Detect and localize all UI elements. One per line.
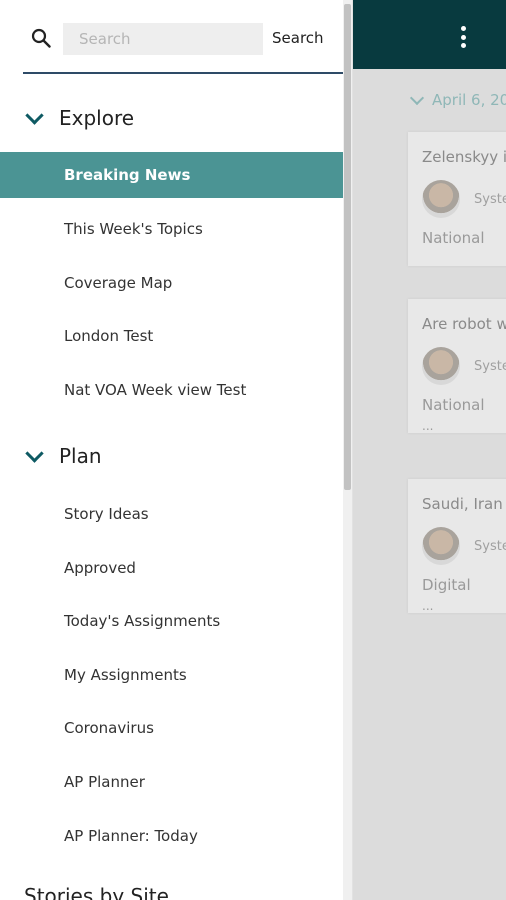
nav-item-approved[interactable]: Approved [0, 545, 343, 591]
story-more-text: ... [422, 599, 434, 613]
story-title: Saudi, Iran [422, 495, 503, 513]
section-title: Explore [59, 106, 135, 130]
main-content-background: April 6, 20 Zelenskyy i Syste National A… [352, 0, 506, 900]
nav-item-london-test[interactable]: London Test [0, 313, 343, 359]
search-icon[interactable] [31, 28, 51, 48]
story-card[interactable]: Are robot w Syste National ... [408, 299, 506, 433]
nav-item-ap-planner[interactable]: AP Planner [0, 759, 343, 805]
story-category: Digital [422, 576, 471, 594]
story-title: Are robot w [422, 315, 506, 333]
nav-item-todays-assignments[interactable]: Today's Assignments [0, 598, 343, 644]
avatar [422, 180, 460, 218]
nav-item-coverage-map[interactable]: Coverage Map [0, 260, 343, 306]
avatar [422, 347, 460, 385]
scrollbar-thumb[interactable] [344, 4, 351, 490]
navigation-drawer: Search Explore Breaking News This Week's… [0, 0, 353, 900]
story-card[interactable]: Saudi, Iran Syste Digital ... [408, 479, 506, 613]
search-button[interactable]: Search [272, 29, 324, 47]
nav-item-this-weeks-topics[interactable]: This Week's Topics [0, 206, 343, 252]
nav-item-my-assignments[interactable]: My Assignments [0, 652, 343, 698]
nav-item-story-ideas[interactable]: Story Ideas [0, 491, 343, 537]
search-bar: Search [23, 14, 343, 74]
story-author: Syste [474, 359, 506, 374]
date-label: April 6, 20 [432, 91, 506, 109]
nav-item-coronavirus[interactable]: Coronavirus [0, 705, 343, 751]
story-category: National [422, 396, 485, 414]
story-title: Zelenskyy i [422, 148, 506, 166]
section-title: Stories by Site [24, 884, 169, 900]
chevron-down-icon [409, 90, 425, 106]
chevron-down-icon [25, 105, 44, 125]
more-options-icon[interactable] [459, 26, 467, 48]
section-header-stories-by-site[interactable]: Stories by Site [24, 884, 169, 900]
search-input[interactable] [63, 23, 263, 55]
drawer-scrollbar[interactable] [343, 0, 352, 900]
chevron-down-icon [25, 443, 44, 463]
date-group-header[interactable]: April 6, 20 [409, 90, 506, 109]
section-title: Plan [59, 444, 102, 468]
story-author: Syste [474, 539, 506, 554]
nav-item-breaking-news[interactable]: Breaking News [0, 152, 343, 198]
story-category: National [422, 229, 485, 247]
top-app-bar [352, 0, 506, 69]
story-author: Syste [474, 192, 506, 207]
story-card[interactable]: Zelenskyy i Syste National [408, 132, 506, 266]
avatar [422, 527, 460, 565]
section-header-explore[interactable]: Explore [24, 103, 134, 133]
nav-item-ap-planner-today[interactable]: AP Planner: Today [0, 813, 343, 859]
nav-item-nat-voa-week-view-test[interactable]: Nat VOA Week view Test [0, 367, 343, 413]
story-more-text: ... [422, 419, 434, 433]
section-header-plan[interactable]: Plan [24, 441, 102, 471]
